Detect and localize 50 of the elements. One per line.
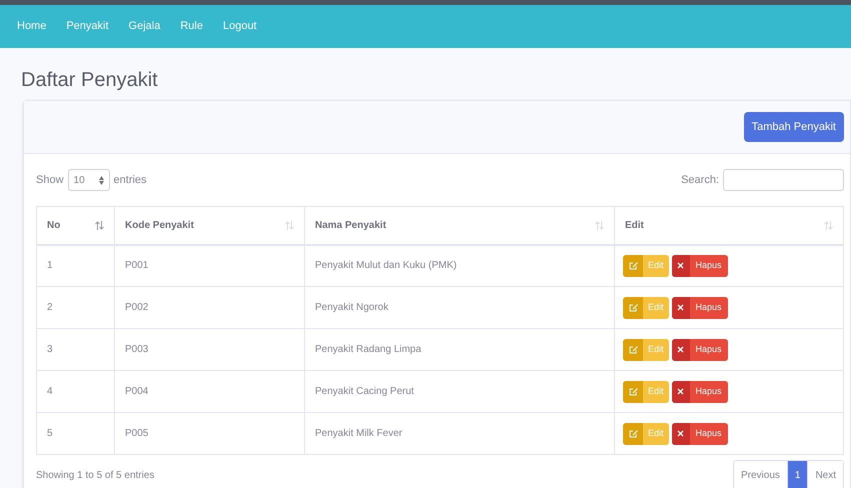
table-cell: 5 bbox=[47, 428, 53, 439]
edit-icon bbox=[628, 303, 638, 312]
column-header[interactable]: Kode Penyakit bbox=[114, 206, 304, 244]
table-cell: 2 bbox=[47, 302, 53, 313]
search-field[interactable] bbox=[723, 169, 844, 191]
edit-icon bbox=[628, 387, 638, 396]
nav-link[interactable]: Penyakit bbox=[66, 18, 109, 35]
entries-label: entries bbox=[114, 172, 147, 188]
delete-button[interactable]: Hapus bbox=[672, 296, 728, 318]
nav-link[interactable]: Logout bbox=[222, 18, 257, 35]
edit-icon bbox=[628, 345, 638, 354]
close-icon bbox=[677, 346, 684, 353]
table-cell: 1 bbox=[47, 260, 53, 272]
select-arrows-icon bbox=[98, 176, 104, 184]
close-icon bbox=[677, 430, 684, 437]
table-cell: Penyakit Ngorok bbox=[315, 302, 388, 313]
delete-button[interactable]: Hapus bbox=[672, 254, 728, 277]
table-info: Showing 1 to 5 of 5 entries bbox=[36, 468, 154, 482]
add-button[interactable]: Tambah Penyakit bbox=[744, 112, 844, 142]
edit-icon bbox=[628, 261, 638, 270]
show-label: Show bbox=[36, 172, 64, 188]
delete-button[interactable]: Hapus bbox=[672, 338, 728, 360]
table-cell: P005 bbox=[125, 428, 148, 439]
page-button[interactable]: Next bbox=[807, 461, 843, 488]
nav-link[interactable]: Rule bbox=[180, 18, 203, 35]
delete-button[interactable]: Hapus bbox=[672, 380, 728, 402]
close-icon bbox=[677, 262, 684, 270]
table-cell: P004 bbox=[125, 386, 148, 397]
column-header[interactable]: Nama Penyakit bbox=[304, 206, 614, 244]
table-cell: P003 bbox=[125, 344, 148, 355]
edit-icon bbox=[628, 429, 638, 438]
page-button[interactable]: 1 bbox=[786, 461, 808, 488]
column-header[interactable]: No bbox=[36, 206, 114, 244]
entries-select[interactable]: 10 bbox=[68, 169, 110, 191]
table-cell: Penyakit Milk Fever bbox=[315, 428, 402, 439]
column-header[interactable]: Edit bbox=[614, 206, 844, 244]
close-icon bbox=[677, 388, 684, 395]
table-cell: Penyakit Radang Limpa bbox=[315, 344, 422, 355]
table-cell: Penyakit Mulut dan Kuku (PMK) bbox=[315, 260, 457, 272]
delete-button[interactable]: Hapus bbox=[672, 422, 728, 444]
search-label: Search: bbox=[681, 172, 719, 188]
table-cell: 4 bbox=[47, 386, 53, 397]
nav-link[interactable]: Gejala bbox=[128, 18, 160, 35]
nav-link[interactable]: Home bbox=[17, 18, 46, 35]
close-icon bbox=[677, 304, 684, 311]
page-title: Daftar Penyakit bbox=[21, 68, 159, 92]
table-cell: P001 bbox=[125, 260, 148, 272]
table-cell: P002 bbox=[125, 302, 148, 313]
table-cell: 3 bbox=[47, 344, 53, 355]
table-cell: Penyakit Cacing Perut bbox=[315, 386, 414, 397]
